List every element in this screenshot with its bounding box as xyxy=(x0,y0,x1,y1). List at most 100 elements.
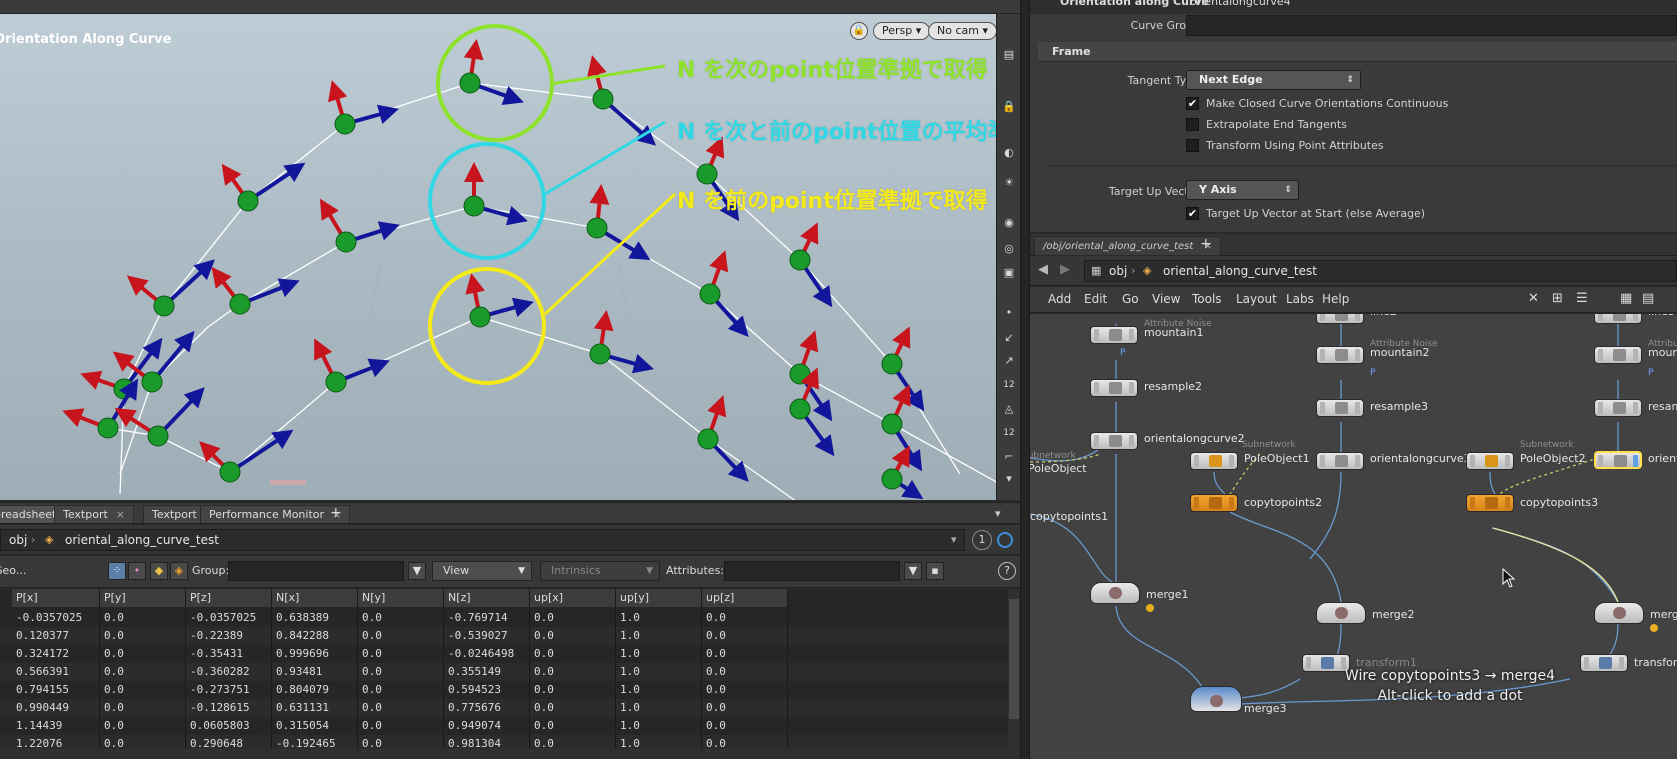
scrollbar-thumb[interactable] xyxy=(1009,599,1019,719)
tools-icon[interactable]: ✕ xyxy=(1528,291,1539,306)
tab-textport-1[interactable]: Textport × xyxy=(54,505,135,523)
curve-group-field[interactable] xyxy=(1186,15,1677,36)
perspective-menu[interactable]: Persp ▾ xyxy=(873,22,931,40)
network-path-field[interactable]: ▦ obj › ◈ oriental_along_curve_test xyxy=(1084,260,1677,282)
bypass-flag-icon[interactable] xyxy=(1584,657,1589,669)
vectors-icon[interactable]: ↗ xyxy=(1000,352,1018,370)
bypass-flag-icon[interactable] xyxy=(1094,329,1099,341)
table-row[interactable]: 1.14439 0.0 0.0605803 0.315054 0.0 0.949074 0.… xyxy=(0,717,1008,735)
forward-arrow-icon[interactable]: ▶ xyxy=(1060,262,1070,277)
snap-icon[interactable]: ⌐ xyxy=(1000,448,1018,466)
bypass-flag-icon[interactable] xyxy=(1320,455,1325,467)
node-line3[interactable] xyxy=(1594,314,1642,324)
table-row[interactable]: -0.0357025 0.0 -0.0357025 0.638389 0.0 -0.769… xyxy=(0,609,1008,627)
spreadsheet-table[interactable]: P[x] P[y] P[z] N[x] N[y] N[z] up[x] up[y] up[z] … xyxy=(0,589,1008,749)
eye-icon[interactable]: ◎ xyxy=(1000,240,1018,258)
node-resample3[interactable] xyxy=(1316,399,1364,417)
node-poleobject1[interactable] xyxy=(1190,452,1238,470)
chevron-down-icon[interactable]: ▾ xyxy=(951,533,957,546)
pin-icon[interactable] xyxy=(997,532,1013,548)
bypass-flag-icon[interactable] xyxy=(1306,657,1311,669)
filter-icon[interactable]: ▼ xyxy=(408,562,426,580)
add-tab-icon[interactable]: + xyxy=(1200,236,1212,252)
path-obj[interactable]: obj xyxy=(9,533,27,547)
node-poleobject2[interactable] xyxy=(1466,452,1514,470)
target-up-start-checkbox[interactable]: ✔ xyxy=(1186,207,1199,220)
vertical-scrollbar[interactable] xyxy=(1008,589,1020,749)
display-flag-icon[interactable] xyxy=(1355,402,1360,414)
display-flag-icon[interactable] xyxy=(1633,402,1638,414)
pane-menu-icon[interactable]: ▾ xyxy=(995,507,1001,520)
menu-tools[interactable]: Tools xyxy=(1192,292,1222,306)
menu-help[interactable]: Help xyxy=(1322,292,1349,306)
column-header[interactable]: N[x] xyxy=(272,589,358,607)
ghost-icon[interactable]: ◬ xyxy=(1000,400,1018,418)
display-flag-icon[interactable] xyxy=(1633,349,1638,361)
node-orientalongcurve2[interactable] xyxy=(1090,432,1138,450)
list-icon[interactable]: ☰ xyxy=(1576,291,1588,306)
group-field[interactable] xyxy=(228,561,404,581)
lock-icon[interactable]: 🔒 xyxy=(1000,98,1018,116)
path-node[interactable]: oriental_along_curve_test xyxy=(1163,264,1317,278)
column-header[interactable]: up[x] xyxy=(530,589,616,607)
node-copytopoints2[interactable] xyxy=(1190,494,1238,512)
display-flag-icon[interactable] xyxy=(1355,349,1360,361)
column-header[interactable]: N[z] xyxy=(444,589,530,607)
node-resample2[interactable] xyxy=(1090,379,1138,397)
close-icon[interactable]: × xyxy=(116,508,125,521)
menu-add[interactable]: Add xyxy=(1048,292,1071,306)
display-flag-icon[interactable] xyxy=(1619,657,1624,669)
geometry-icon[interactable]: ▣ xyxy=(1000,264,1018,282)
bypass-flag-icon[interactable] xyxy=(1470,497,1475,509)
path-node[interactable]: oriental_along_curve_test xyxy=(65,533,219,547)
column-header[interactable]: N[y] xyxy=(358,589,444,607)
transform-point-attributes-checkbox[interactable] xyxy=(1186,139,1199,152)
lock-camera-icon[interactable]: 🔒 xyxy=(850,22,868,40)
display-flag-icon[interactable] xyxy=(1129,329,1134,341)
node-merge4[interactable] xyxy=(1594,602,1644,624)
tab-performance-monitor[interactable]: Performance Monitor × xyxy=(200,505,351,523)
network-graph[interactable]: Attribute Noise mountain1 P resample2 Su… xyxy=(1030,314,1677,759)
node-orientalongcurve4[interactable] xyxy=(1594,451,1642,469)
bypass-flag-icon[interactable] xyxy=(1320,314,1325,321)
add-tab-icon[interactable]: + xyxy=(330,505,342,521)
display-flag-icon[interactable] xyxy=(1633,455,1638,467)
options-icon[interactable]: ▪ xyxy=(926,562,944,580)
horizontal-scrollbar[interactable] xyxy=(0,749,1020,759)
bypass-flag-icon[interactable] xyxy=(1194,497,1199,509)
make-closed-continuous-checkbox[interactable]: ✔ xyxy=(1186,97,1199,110)
node-line2[interactable] xyxy=(1316,314,1364,324)
points-icon[interactable]: • xyxy=(1000,304,1018,322)
normals-icon[interactable]: ↙ xyxy=(1000,329,1018,347)
display-flag-icon[interactable] xyxy=(1505,455,1510,467)
view-menu[interactable]: View ▼ xyxy=(432,561,532,581)
node-copytopoints3[interactable] xyxy=(1466,494,1514,512)
node-transform2[interactable] xyxy=(1580,654,1628,672)
column-header[interactable]: P[x] xyxy=(12,589,100,607)
display-flag-icon[interactable] xyxy=(1505,497,1510,509)
display-flag-icon[interactable] xyxy=(1129,382,1134,394)
node-merge3[interactable] xyxy=(1190,686,1242,712)
detail-mode-icon[interactable]: ◈ xyxy=(170,562,188,580)
menu-edit[interactable]: Edit xyxy=(1084,292,1107,306)
tree-icon[interactable]: ⊞ xyxy=(1552,291,1563,306)
node-mountain3[interactable] xyxy=(1594,346,1642,364)
display-flag-icon[interactable] xyxy=(1229,455,1234,467)
menu-go[interactable]: Go xyxy=(1122,292,1139,306)
node-name-field[interactable]: orientalongcurve4 xyxy=(1190,0,1291,8)
display-flag-icon[interactable] xyxy=(1355,455,1360,467)
network-view-icon[interactable]: ▤ xyxy=(1642,291,1654,306)
pane-splitter[interactable] xyxy=(1020,0,1030,759)
shading-icon[interactable]: ◐ xyxy=(1000,144,1018,162)
table-row[interactable]: 0.794155 0.0 -0.273751 0.804079 0.0 0.594523 0… xyxy=(0,681,1008,699)
column-header[interactable]: up[y] xyxy=(616,589,702,607)
attr-filter-icon[interactable]: ▼ xyxy=(904,562,922,580)
node-mountain1[interactable] xyxy=(1090,326,1138,344)
menu-view[interactable]: View xyxy=(1152,292,1180,306)
attributes-field[interactable] xyxy=(724,561,900,581)
point-numbers-icon[interactable]: 12 xyxy=(1000,376,1018,394)
table-row[interactable]: 0.990449 0.0 -0.128615 0.631131 0.0 0.775676 0… xyxy=(0,699,1008,717)
bypass-flag-icon[interactable] xyxy=(1194,455,1199,467)
display-flag-icon[interactable] xyxy=(1129,435,1134,447)
path-field[interactable]: obj › ◈ oriental_along_curve_test ▾ xyxy=(0,529,965,551)
